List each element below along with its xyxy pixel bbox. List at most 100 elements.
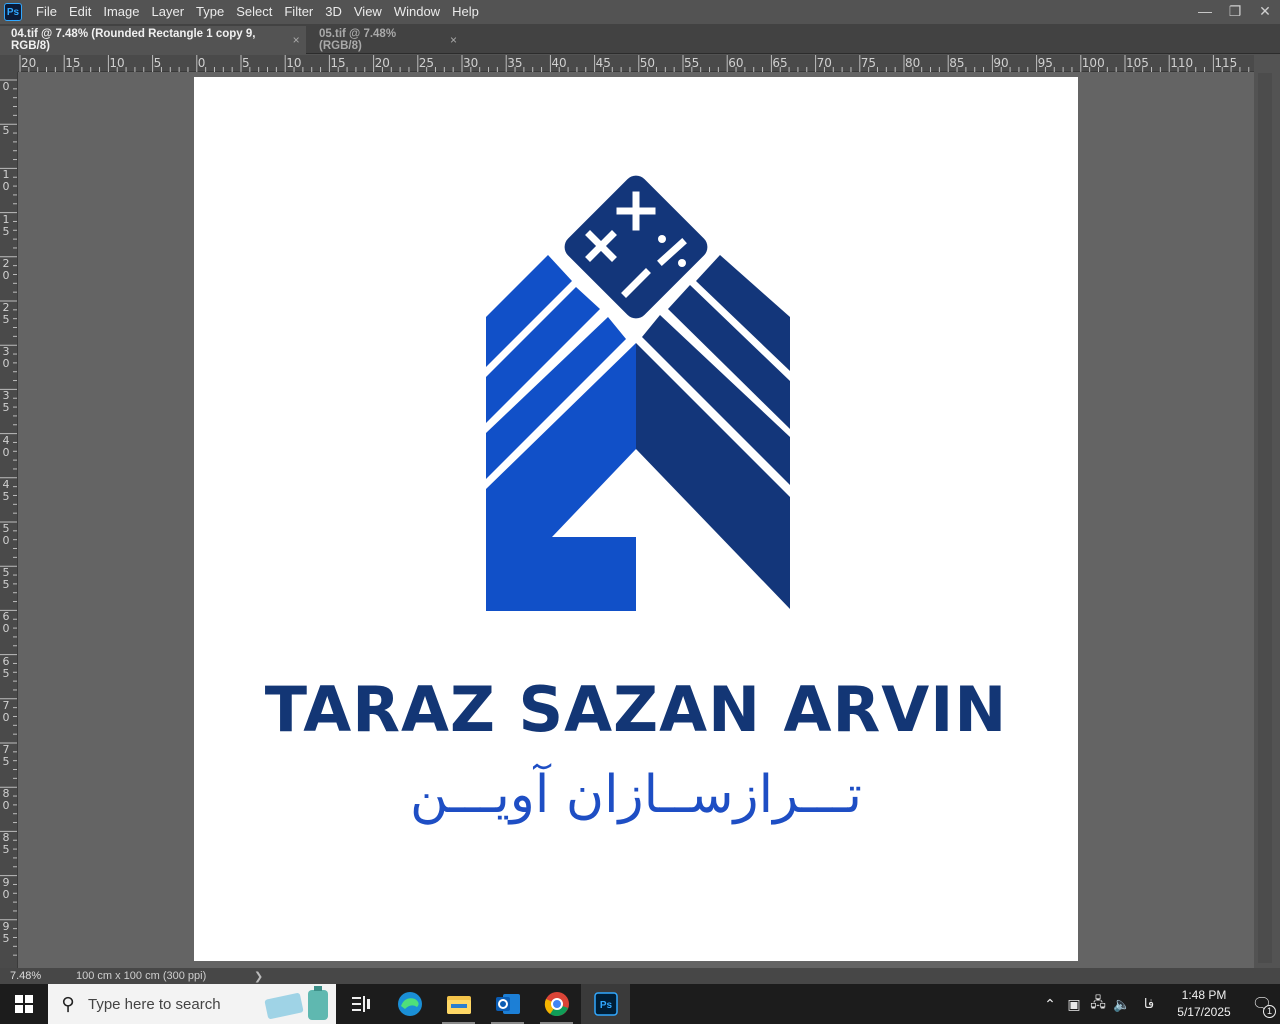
ruler-h-label: 65 (772, 56, 788, 70)
taskbar-chrome[interactable] (532, 984, 581, 1024)
ruler-v-label: 50 (2, 522, 10, 547)
logo-mark-icon (486, 175, 790, 611)
canvas-area[interactable]: TARAZ SAZAN ARVIN تـــرازســازان آویـــن (18, 72, 1254, 968)
close-tab-icon[interactable]: × (293, 33, 306, 47)
menu-image[interactable]: Image (97, 0, 145, 24)
volume-icon[interactable]: 🔈 (1110, 996, 1134, 1013)
clock-time: 1:48 PM (1181, 988, 1227, 1002)
taskbar-file-explorer[interactable] (434, 984, 483, 1024)
ruler-v-label: 15 (2, 212, 10, 238)
system-tray: ⌃ ▣ 🖧 🔈 فا 1:48 PM 5/17/2025 🗨 1 (1038, 984, 1280, 1024)
start-button[interactable] (0, 984, 48, 1024)
ruler-h-label: 115 (1214, 56, 1238, 70)
menu-layer[interactable]: Layer (146, 0, 191, 24)
status-menu-arrow-icon[interactable]: ❯ (254, 970, 263, 983)
ruler-h-label: 85 (949, 56, 965, 70)
notification-center-button[interactable]: 🗨 1 (1244, 994, 1280, 1018)
ruler-h-label: 110 (1170, 56, 1194, 70)
ruler-h-label: 20 (21, 56, 37, 70)
brand-name-persian: تـــرازســازان آویـــن (410, 765, 862, 825)
restore-button[interactable]: ❐ (1220, 0, 1250, 22)
status-bar: 7.48% 100 cm x 100 cm (300 ppi) ❯ (0, 968, 1280, 984)
close-tab-icon[interactable]: × (450, 33, 464, 47)
horizontal-ruler[interactable]: 20 15 10 5 0 5 10 15 20 25 30 35 40 45 50 55 60 65 70 75 80 8… (18, 55, 1254, 72)
menu-select[interactable]: Select (230, 0, 278, 24)
menu-type[interactable]: Type (190, 0, 230, 24)
close-window-button[interactable]: ✕ (1250, 0, 1280, 22)
ruler-h-label: 95 (1037, 56, 1053, 70)
brand-name-english: TARAZ SAZAN ARVIN (264, 673, 1008, 746)
search-placeholder: Type here to search (88, 995, 221, 1013)
ruler-v-label: 70 (2, 698, 10, 724)
ruler-v-label: 55 (2, 566, 10, 592)
menu-view[interactable]: View (348, 0, 388, 24)
photoshop-icon: Ps (593, 992, 618, 1016)
ruler-h-label: 90 (993, 56, 1009, 70)
photoshop-logo-icon[interactable]: Ps (4, 3, 22, 21)
ruler-h-label: 30 (463, 56, 479, 70)
folder-icon (446, 996, 471, 1014)
minimize-button[interactable]: — (1190, 0, 1220, 22)
outlook-icon (495, 994, 520, 1014)
ruler-v-label: 75 (2, 743, 10, 768)
vertical-scrollbar[interactable] (1254, 55, 1280, 968)
document-canvas[interactable]: TARAZ SAZAN ARVIN تـــرازســازان آویـــن (194, 77, 1078, 961)
scrollbar-track[interactable] (1258, 73, 1272, 963)
ruler-h-label: 40 (551, 56, 567, 70)
ruler-v-label: 0 (2, 80, 10, 93)
zoom-level[interactable]: 7.48% (0, 970, 50, 982)
ruler-v-label: 25 (2, 301, 10, 326)
ruler-v-label: 85 (2, 831, 10, 857)
ruler-v-label: 10 (2, 168, 10, 194)
ruler-v-label: 65 (2, 654, 10, 680)
ruler-h-label: 75 (860, 56, 877, 70)
ruler-h-label: 105 (1126, 56, 1149, 70)
ruler-h-label: 20 (374, 56, 390, 70)
ruler-v-label: 60 (2, 610, 10, 636)
ruler-h-label: 0 (197, 56, 206, 70)
ruler-v-label: 40 (2, 433, 10, 459)
document-size-info: 100 cm x 100 cm (300 ppi) (76, 970, 207, 982)
search-icon: ⚲ (61, 993, 75, 1014)
task-view-button[interactable] (336, 984, 385, 1024)
input-language[interactable]: فا (1134, 996, 1164, 1012)
menu-window[interactable]: Window (388, 0, 446, 24)
ruler-h-label: 60 (728, 56, 744, 70)
ruler-h-label: 80 (905, 56, 921, 70)
taskbar-photoshop[interactable]: Ps (581, 984, 630, 1024)
menu-bar: Ps File Edit Image Layer Type Select Fil… (0, 0, 1280, 24)
network-icon[interactable]: 🖧 (1086, 992, 1110, 1016)
tab-label: 05.tif @ 7.48% (RGB/8) (319, 28, 397, 52)
menu-filter[interactable]: Filter (278, 0, 319, 24)
ruler-v-label: 45 (2, 477, 10, 503)
menu-edit[interactable]: Edit (63, 0, 97, 24)
chevron-up-icon[interactable]: ⌃ (1038, 996, 1062, 1013)
ruler-h-label: 10 (109, 56, 125, 70)
tab-05-tif[interactable]: 05.tif @ 7.48% (RGB/8) × (308, 26, 464, 54)
ruler-v-label: 35 (2, 389, 10, 415)
window-controls: — ❐ ✕ (1190, 0, 1280, 24)
taskbar-edge[interactable] (385, 984, 434, 1024)
ruler-v-label: 80 (2, 787, 10, 813)
security-icon[interactable]: ▣ (1062, 996, 1086, 1013)
ruler-v-label: 5 (2, 124, 10, 138)
vertical-ruler[interactable]: 0 5 10 15 20 25 30 35 40 45 50 55 60 65 70 75 80 85 90 95 (0, 72, 18, 968)
travel-luggage-icon (264, 986, 328, 1020)
document-tab-bar: 04.tif @ 7.48% (Rounded Rectangle 1 copy… (0, 24, 1280, 54)
taskbar-search-box[interactable]: ⚲ Type here to search (48, 984, 336, 1024)
menu-3d[interactable]: 3D (319, 0, 348, 24)
ruler-h-label: 15 (330, 56, 346, 70)
taskbar-clock[interactable]: 1:48 PM 5/17/2025 (1164, 987, 1244, 1021)
tab-label: 04.tif @ 7.48% (Rounded Rectangle 1 copy… (11, 28, 256, 52)
ruler-h-label: 5 (242, 56, 250, 70)
task-view-icon (351, 996, 370, 1012)
taskbar-outlook[interactable] (483, 984, 532, 1024)
menu-file[interactable]: File (30, 0, 63, 24)
ruler-v-label: 95 (2, 919, 10, 945)
menu-help[interactable]: Help (446, 0, 485, 24)
ruler-origin[interactable] (0, 55, 18, 72)
notification-count-badge: 1 (1263, 1005, 1276, 1018)
svg-text:Ps: Ps (599, 1000, 612, 1011)
ruler-h-label: 70 (816, 56, 832, 70)
tab-04-tif[interactable]: 04.tif @ 7.48% (Rounded Rectangle 1 copy… (0, 26, 306, 54)
